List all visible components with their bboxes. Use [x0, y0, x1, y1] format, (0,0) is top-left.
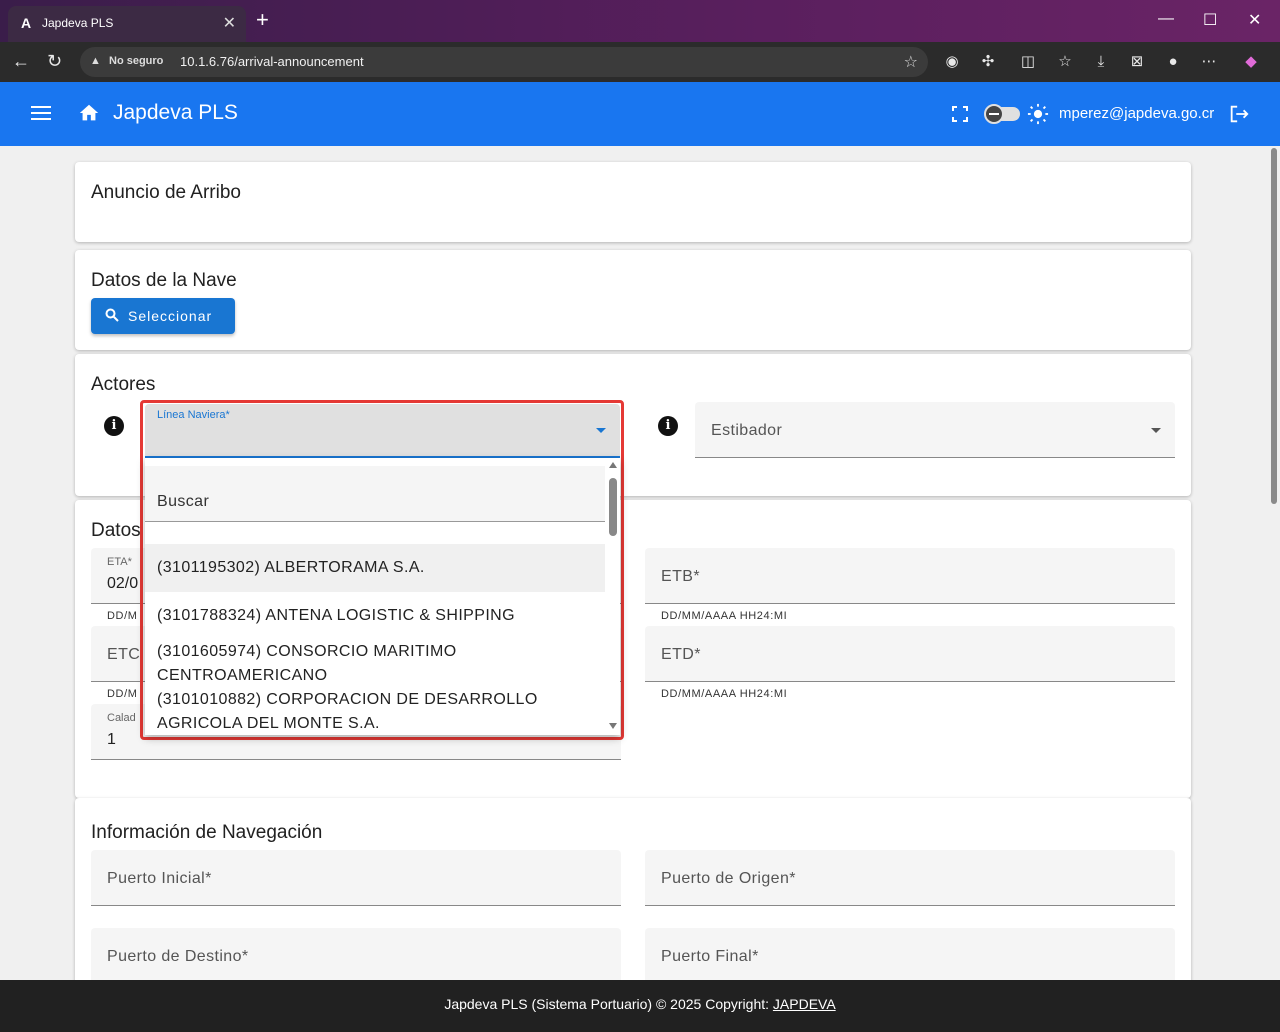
app-title[interactable]: Japdeva PLS	[113, 101, 238, 125]
puerto-destino-field[interactable]: Puerto de Destino*	[91, 928, 621, 980]
screenshot-icon[interactable]: ⊠	[1127, 52, 1147, 72]
tab-title: Japdeva PLS	[42, 16, 114, 30]
puzzle-icon[interactable]: ✣	[978, 52, 998, 72]
url-text[interactable]: 10.1.6.76/arrival-announcement	[180, 54, 364, 69]
split-screen-icon[interactable]: ◫	[1018, 52, 1038, 72]
dropdown-option[interactable]: (3101788324) ANTENA LOGISTIC & SHIPPING	[145, 604, 605, 628]
actors-title: Actores	[91, 374, 156, 395]
copilot-icon[interactable]: ◆	[1241, 52, 1261, 72]
security-label[interactable]: No seguro	[109, 55, 163, 67]
etb-hint: DD/MM/AAAA HH24:MI	[661, 610, 788, 622]
dropdown-search-input[interactable]: Buscar	[145, 466, 605, 522]
ship-data-card: Datos de la Nave Seleccionar	[75, 250, 1191, 350]
close-window-icon[interactable]: ✕	[1248, 10, 1261, 30]
app-favicon-icon: A	[20, 15, 32, 31]
fullscreen-icon[interactable]	[952, 106, 968, 122]
sun-icon	[1027, 103, 1049, 125]
option-label: (3101605974) CONSORCIO MARITIMO CENTROAM…	[157, 643, 457, 684]
dropdown-scrollbar[interactable]	[608, 460, 618, 733]
browser-toolbar: ← ↻ ▲ No seguro 10.1.6.76/arrival-announ…	[0, 42, 1280, 82]
puerto-inicial-label: Puerto Inicial*	[107, 870, 212, 887]
chevron-down-icon	[596, 428, 606, 433]
dropdown-option[interactable]: (3101195302) ALBERTORAMA S.A.	[145, 544, 605, 592]
ship-data-title: Datos de la Nave	[91, 270, 237, 291]
puerto-inicial-field[interactable]: Puerto Inicial*	[91, 850, 621, 906]
favorites-icon[interactable]: ☆	[1055, 52, 1075, 72]
browser-titlebar: A Japdeva PLS ✕ + — ☐ ✕	[0, 0, 1280, 42]
navigation-card: Información de Navegación Puerto Inicial…	[75, 798, 1191, 980]
scroll-down-icon[interactable]	[609, 723, 617, 729]
info-icon[interactable]: i	[104, 416, 124, 436]
option-label: (3101010882) CORPORACION DE DESARROLLO A…	[157, 691, 538, 732]
logout-icon[interactable]	[1228, 103, 1250, 125]
footer-text: Japdeva PLS (Sistema Portuario) © 2025 C…	[444, 996, 770, 1012]
dropdown-option[interactable]: (3101605974) CONSORCIO MARITIMO CENTROAM…	[145, 640, 605, 688]
puerto-origen-field[interactable]: Puerto de Origen*	[645, 850, 1175, 906]
info-icon[interactable]: i	[658, 416, 678, 436]
etb-label: ETB*	[661, 568, 700, 585]
etd-label: ETD*	[661, 646, 701, 663]
warning-icon: ▲	[90, 55, 101, 67]
calado-value: 1	[107, 731, 116, 748]
calado-label: Calad	[107, 712, 136, 724]
etb-field[interactable]: ETB*	[645, 548, 1175, 604]
footer-link[interactable]: JAPDEVA	[773, 996, 836, 1012]
linea-naviera-label: Línea Naviera*	[157, 409, 230, 421]
favorite-star-icon[interactable]: ☆	[904, 52, 918, 72]
user-email: mperez@japdeva.go.cr	[1059, 105, 1215, 122]
puerto-final-field[interactable]: Puerto Final*	[645, 928, 1175, 980]
eta-label: ETA*	[107, 556, 132, 568]
linea-naviera-select[interactable]: Línea Naviera*	[145, 404, 620, 458]
etc-label: ETC	[107, 646, 141, 663]
page-title: Anuncio de Arribo	[91, 182, 241, 203]
navigation-title: Información de Navegación	[91, 822, 323, 843]
option-label: (3101788324) ANTENA LOGISTIC & SHIPPING	[157, 607, 515, 624]
page-header-card: Anuncio de Arribo	[75, 162, 1191, 242]
extension-icon[interactable]: ◉	[942, 52, 962, 72]
minimize-icon[interactable]: —	[1158, 10, 1174, 28]
dates-title: Datos	[91, 520, 141, 541]
new-tab-icon[interactable]: +	[256, 9, 269, 31]
scroll-up-icon[interactable]	[609, 462, 617, 468]
more-menu-icon[interactable]: ⋯	[1199, 52, 1219, 72]
home-icon[interactable]	[78, 102, 100, 124]
estibador-select[interactable]: Estibador	[695, 402, 1175, 458]
app-header: Japdeva PLS mperez@japdeva.go.cr	[0, 82, 1280, 146]
search-placeholder: Buscar	[157, 493, 210, 510]
puerto-origen-label: Puerto de Origen*	[661, 870, 796, 887]
eta-hint: DD/M	[107, 610, 138, 622]
etd-hint: DD/MM/AAAA HH24:MI	[661, 688, 788, 700]
theme-toggle[interactable]	[984, 104, 1020, 124]
page-scrollbar[interactable]	[1268, 146, 1280, 980]
puerto-destino-label: Puerto de Destino*	[107, 948, 249, 965]
scroll-thumb[interactable]	[609, 478, 617, 536]
etc-hint: DD/M	[107, 688, 138, 700]
back-icon[interactable]: ←	[12, 51, 30, 71]
estibador-label: Estibador	[711, 422, 783, 439]
search-icon	[105, 308, 119, 322]
puerto-final-label: Puerto Final*	[661, 948, 759, 965]
option-label: (3101195302) ALBERTORAMA S.A.	[157, 559, 425, 576]
chevron-down-icon	[1151, 428, 1161, 433]
address-bar[interactable]: ▲ No seguro 10.1.6.76/arrival-announceme…	[80, 47, 928, 77]
reload-icon[interactable]: ↻	[47, 51, 62, 71]
tab-close-icon[interactable]: ✕	[223, 13, 236, 33]
eta-value: 02/0	[107, 575, 139, 592]
browser-tab[interactable]: A Japdeva PLS ✕	[8, 6, 246, 42]
profile-avatar[interactable]: ●	[1163, 52, 1183, 72]
select-button-label: Seleccionar	[128, 308, 213, 324]
etd-field[interactable]: ETD*	[645, 626, 1175, 682]
select-ship-button[interactable]: Seleccionar	[91, 298, 235, 334]
maximize-icon[interactable]: ☐	[1203, 10, 1217, 30]
page-footer: Japdeva PLS (Sistema Portuario) © 2025 C…	[0, 980, 1280, 1032]
dropdown-option[interactable]: (3101010882) CORPORACION DE DESARROLLO A…	[145, 688, 605, 735]
menu-icon[interactable]	[31, 106, 51, 120]
download-icon[interactable]: ⤓	[1091, 52, 1111, 72]
linea-naviera-options-panel: Buscar (3101195302) ALBERTORAMA S.A. (31…	[145, 458, 620, 735]
